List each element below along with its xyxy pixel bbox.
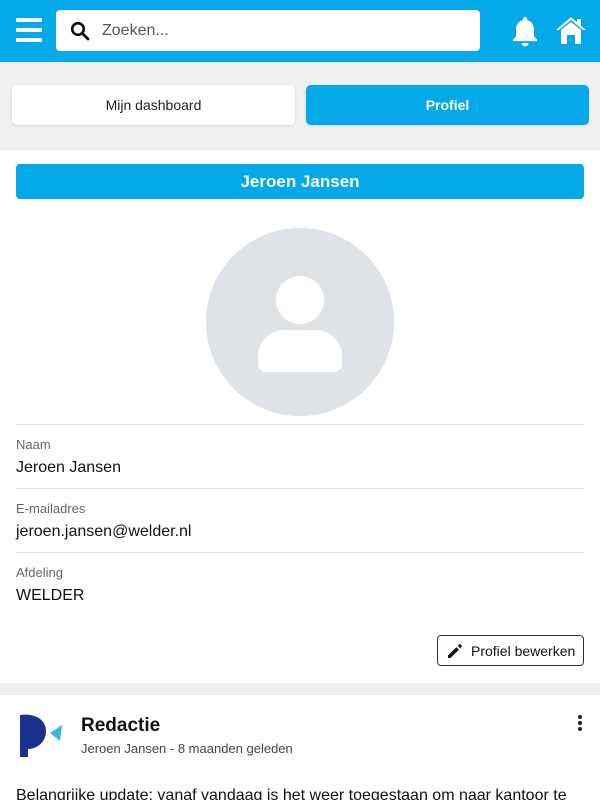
field-label: E-mailadres bbox=[16, 501, 86, 516]
menu-icon[interactable] bbox=[16, 18, 42, 42]
post-meta: Jeroen Jansen - 8 maanden geleden bbox=[81, 741, 293, 756]
field-label: Naam bbox=[16, 437, 51, 452]
field-value: jeroen.jansen@welder.nl bbox=[16, 523, 192, 540]
field-value: Jeroen Jansen bbox=[16, 459, 121, 476]
field-value: WELDER bbox=[16, 587, 85, 604]
edit-profile-button[interactable]: Profiel bewerken bbox=[437, 635, 584, 666]
more-options-icon[interactable] bbox=[570, 713, 590, 733]
field-email: E-mailadres jeroen.jansen@welder.nl bbox=[16, 488, 584, 552]
top-bar bbox=[0, 0, 600, 62]
field-name: Naam Jeroen Jansen bbox=[16, 424, 584, 488]
field-department: Afdeling WELDER bbox=[16, 552, 584, 616]
search-icon bbox=[70, 21, 90, 41]
bell-icon[interactable] bbox=[510, 15, 540, 47]
post-text: Belangrijke update: vanaf vandaag is het… bbox=[16, 787, 567, 800]
pencil-icon bbox=[448, 643, 462, 658]
edit-profile-label: Profiel bewerken bbox=[471, 642, 576, 659]
tab-profile[interactable]: Profiel bbox=[306, 85, 589, 125]
post-author[interactable]: Redactie bbox=[81, 715, 160, 737]
tab-bar: Mijn dashboard Profiel bbox=[0, 62, 600, 148]
search-bar[interactable] bbox=[56, 10, 480, 51]
profile-card: Jeroen Jansen Naam Jeroen Jansen E-maila… bbox=[0, 150, 600, 683]
field-label: Afdeling bbox=[16, 565, 63, 580]
news-post: Redactie Jeroen Jansen - 8 maanden geled… bbox=[0, 695, 600, 800]
avatar-placeholder-icon bbox=[206, 228, 394, 416]
profile-name-banner: Jeroen Jansen bbox=[16, 164, 584, 199]
tab-dashboard[interactable]: Mijn dashboard bbox=[12, 85, 295, 125]
home-icon[interactable] bbox=[554, 14, 588, 46]
publisher-logo-icon bbox=[20, 714, 62, 757]
search-input[interactable] bbox=[102, 10, 472, 51]
